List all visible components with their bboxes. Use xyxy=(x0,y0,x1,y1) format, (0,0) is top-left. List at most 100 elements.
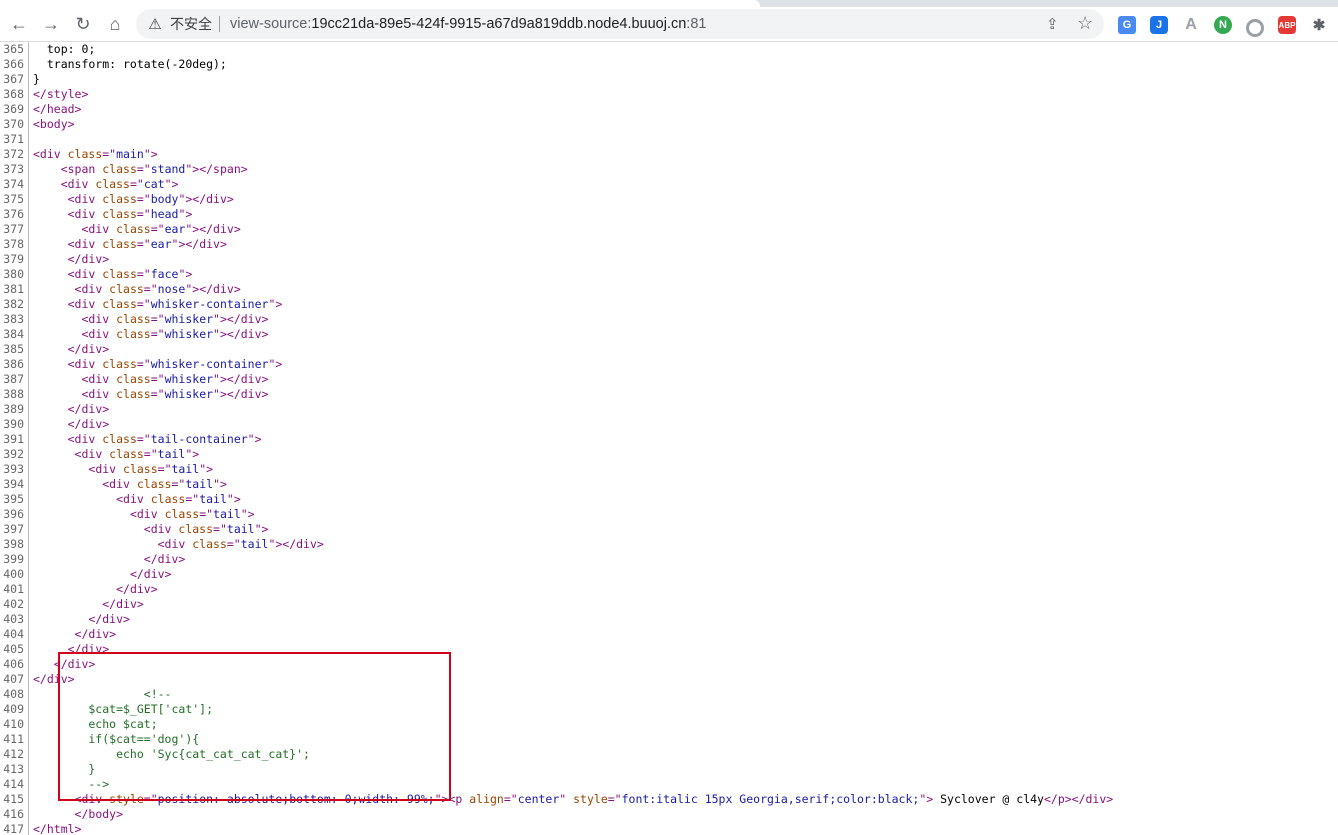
code-token: </body> xyxy=(74,807,124,821)
source-line: 404 </div> xyxy=(0,627,1338,642)
code-token: <div xyxy=(116,492,151,506)
code-token: <div xyxy=(67,297,103,311)
code-token: </div> xyxy=(129,567,172,581)
line-number: 412 xyxy=(3,747,24,761)
url-text[interactable]: view-source:19cc21da-89e5-424f-9915-a67d… xyxy=(230,15,706,33)
a-extension-icon[interactable]: A xyxy=(1182,16,1200,34)
code-token: Syclover @ cl4y xyxy=(933,792,1044,806)
code-token: tail xyxy=(171,462,200,476)
code-token: =" xyxy=(199,507,214,521)
code-token: <div xyxy=(67,237,103,251)
line-number: 393 xyxy=(3,462,24,476)
code-token: " xyxy=(559,792,574,806)
source-line: 372 <div class="main"> xyxy=(0,147,1338,162)
code-token: tail xyxy=(240,537,269,551)
puzzle-extension-icon[interactable]: ✱ xyxy=(1310,16,1328,34)
home-button[interactable]: ⌂ xyxy=(101,10,129,38)
active-tab[interactable] xyxy=(0,0,760,7)
code-token: =" xyxy=(226,537,241,551)
line-number: 395 xyxy=(3,492,24,506)
source-line: 381 <div class="nose"></div> xyxy=(0,282,1338,297)
code-token: </div> xyxy=(67,417,110,431)
line-number: 414 xyxy=(3,777,24,791)
code-token: <div xyxy=(81,312,117,326)
source-line: 411 if($cat=='dog'){ xyxy=(0,732,1338,747)
line-number: 411 xyxy=(3,732,24,746)
forward-button[interactable]: → xyxy=(37,10,65,38)
line-code: <div class="tail"> xyxy=(33,492,241,507)
line-code: <div class="face"> xyxy=(33,267,193,282)
code-token: =" xyxy=(136,297,151,311)
code-token: =" xyxy=(503,792,518,806)
reload-button[interactable]: ↻ xyxy=(69,10,97,38)
code-token: "> xyxy=(268,297,283,311)
code-token: whisker-container xyxy=(150,297,269,311)
code-token: tail-container xyxy=(150,432,248,446)
code-token: echo $cat; xyxy=(33,717,158,731)
arrow-left-icon: ← xyxy=(10,13,28,34)
line-number: 383 xyxy=(3,312,24,326)
reload-icon: ↻ xyxy=(75,13,91,34)
star-icon[interactable]: ☆ xyxy=(1077,13,1093,34)
line-number: 392 xyxy=(3,447,24,461)
code-token: "> xyxy=(254,522,269,536)
line-code: <div class="tail-container"> xyxy=(33,432,262,447)
code-token: "><p xyxy=(434,792,470,806)
code-token: class xyxy=(102,432,137,446)
source-line: 374 <div class="cat"> xyxy=(0,177,1338,192)
address-bar[interactable]: ⚠ 不安全 view-source:19cc21da-89e5-424f-991… xyxy=(136,9,1104,39)
code-token: "> xyxy=(213,477,227,491)
code-token: =" xyxy=(150,387,165,401)
line-code: if($cat=='dog'){ xyxy=(33,732,199,747)
translate-extension-icon[interactable]: G xyxy=(1118,16,1136,34)
source-line: 367} xyxy=(0,72,1338,87)
source-line: 365 top: 0; xyxy=(0,42,1338,57)
j-extension-icon[interactable]: J xyxy=(1150,16,1168,34)
line-number: 384 xyxy=(3,327,24,341)
code-token: whisker xyxy=(164,372,214,386)
line-number: 415 xyxy=(3,792,24,806)
source-line: 397 <div class="tail"> xyxy=(0,522,1338,537)
line-number: 372 xyxy=(3,147,24,161)
line-number: 409 xyxy=(3,702,24,716)
circle-extension-icon[interactable] xyxy=(1246,19,1264,37)
code-token: "></div> xyxy=(213,372,269,386)
code-token: class xyxy=(116,372,151,386)
code-token: class xyxy=(102,237,137,251)
code-token: class xyxy=(116,327,151,341)
source-line: 366 transform: rotate(-20deg); xyxy=(0,57,1338,72)
line-number: 371 xyxy=(3,132,24,146)
code-token: tail xyxy=(157,447,186,461)
line-number: 382 xyxy=(3,297,24,311)
line-number: 394 xyxy=(3,477,24,491)
code-token: =" xyxy=(143,792,158,806)
source-line: 382 <div class="whisker-container"> xyxy=(0,297,1338,312)
security-label[interactable]: 不安全 xyxy=(170,15,212,33)
line-code: </div> xyxy=(33,642,110,657)
code-token: =" xyxy=(143,282,158,296)
code-token: "></div> xyxy=(185,222,241,236)
code-token: "></div> xyxy=(185,282,241,296)
share-icon[interactable]: ⇪ xyxy=(1046,15,1059,33)
code-token: =" xyxy=(171,477,186,491)
code-token: "> xyxy=(226,492,241,506)
back-button[interactable]: ← xyxy=(5,10,33,38)
warning-icon[interactable]: ⚠ xyxy=(146,15,164,33)
code-token: <div xyxy=(102,477,137,491)
code-token: "></div> xyxy=(213,312,269,326)
line-code: } xyxy=(33,762,95,777)
code-token: "> xyxy=(247,432,262,446)
n-extension-icon[interactable]: N xyxy=(1214,16,1232,34)
line-number: 399 xyxy=(3,552,24,566)
line-code: <div class="whisker-container"> xyxy=(33,297,283,312)
code-token: =" xyxy=(136,237,151,251)
abp-extension-icon[interactable]: ABP xyxy=(1278,16,1296,34)
line-code: } xyxy=(33,72,40,87)
